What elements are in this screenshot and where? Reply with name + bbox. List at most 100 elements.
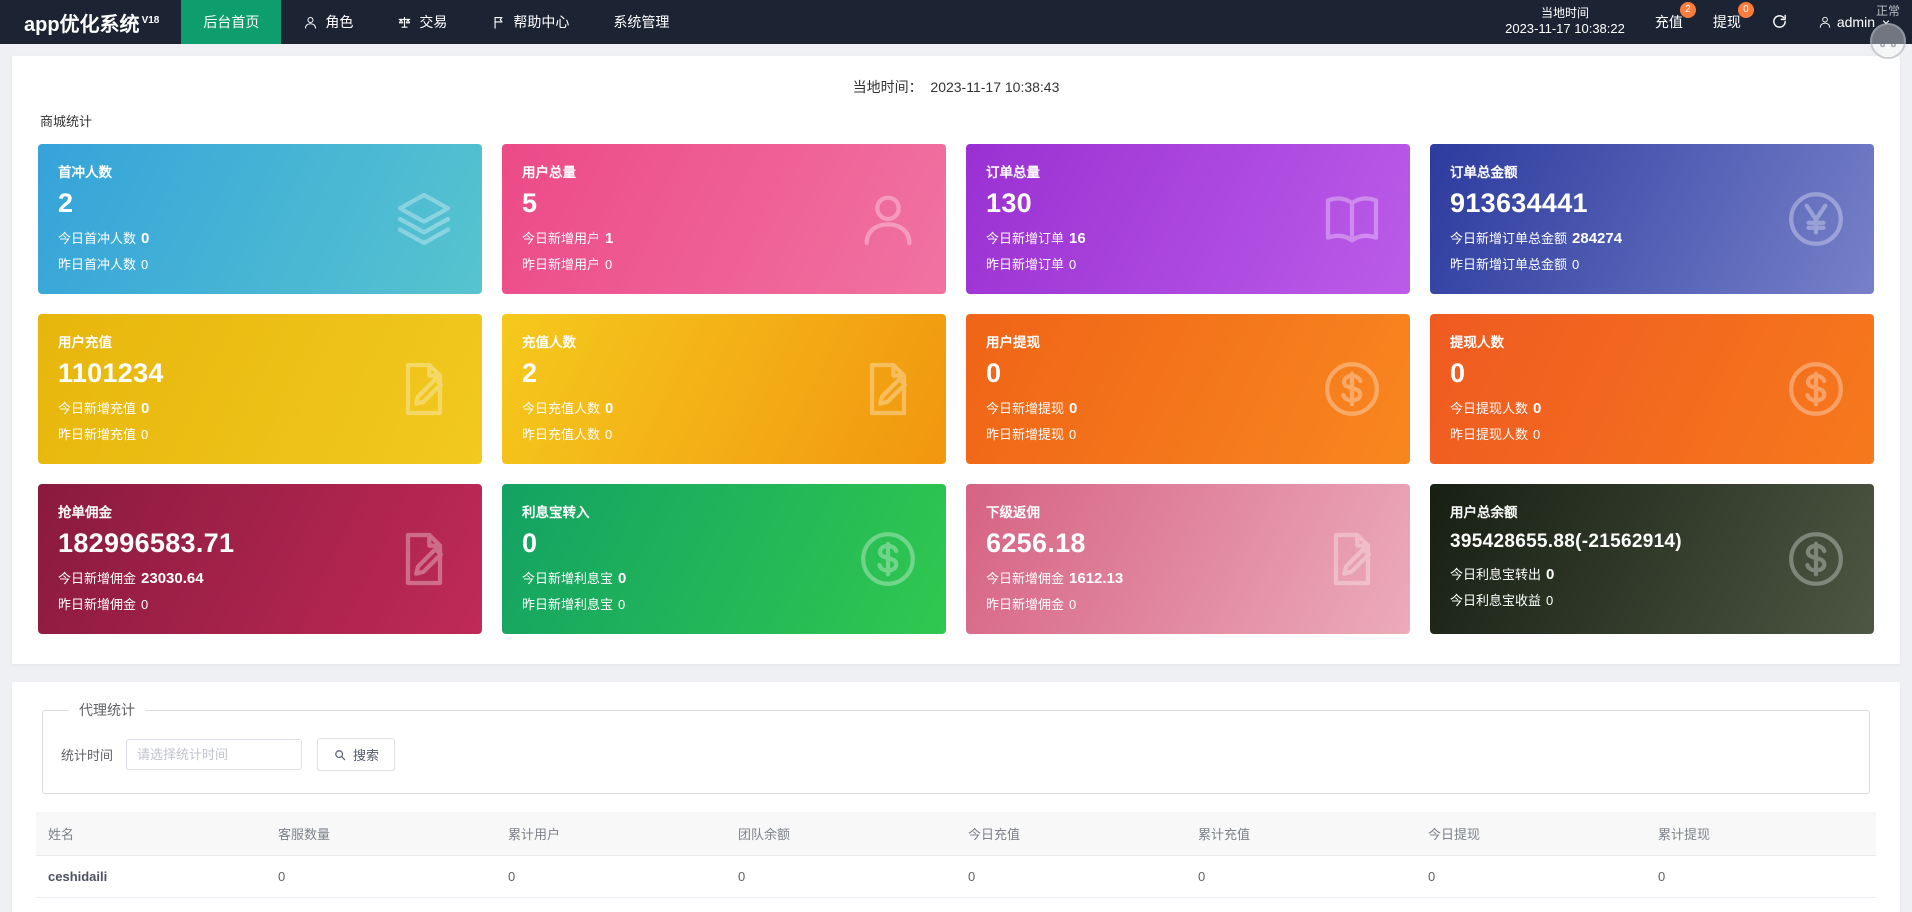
stat-card-sub-rebate: 下级返佣 6256.18 今日新增佣金 1612.13 昨日新增佣金 0 (966, 484, 1410, 634)
stat-line-label: 今日新增充值 (58, 401, 137, 416)
agent-filter-form: 统计时间 搜索 (61, 738, 1851, 771)
cell-value: 0 (1416, 897, 1646, 912)
menu-item-label: 交易 (419, 14, 448, 30)
yen-icon (1784, 187, 1848, 251)
cell-value: 0 (726, 897, 956, 912)
page-time-value: 2023-11-17 10:38:43 (930, 79, 1060, 95)
cell-value: 0 (956, 897, 1186, 912)
local-time-block: 当地时间 2023-11-17 10:38:22 (1505, 6, 1625, 38)
edit-doc-icon (392, 357, 456, 421)
overview-panel: 当地时间： 2023-11-17 10:38:43 商城统计 首冲人数 2 今日… (12, 56, 1900, 664)
stat-card-total-balance: 用户总余额 395428655.88(-21562914) 今日利息宝转出 0 今… (1430, 484, 1874, 634)
agent-stats-legend: 代理统计 (79, 702, 135, 718)
stat-card-recharge-users: 充值人数 2 今日充值人数 0 昨日充值人数 0 (502, 314, 946, 464)
cell-value: 0 (496, 855, 726, 898)
stat-cards-grid: 首冲人数 2 今日首冲人数 0 昨日首冲人数 0 用户总量 5 今日新增用户 1 昨日… (12, 144, 1900, 662)
stat-line-label: 今日利息宝收益 (1450, 593, 1542, 608)
stat-line-label: 昨日新增订单总金额 (1450, 257, 1568, 272)
stat-line-label: 昨日提现人数 (1450, 427, 1529, 442)
refresh-icon[interactable] (1771, 13, 1788, 30)
recharge-label: 充值 (1654, 13, 1683, 30)
recharge-button[interactable]: 充值 2 (1654, 1, 1696, 32)
stat-line-label: 今日新增提现 (986, 401, 1065, 416)
stat-line-value: 16 (1069, 230, 1086, 247)
menu-item-help[interactable]: 帮助中心 (469, 0, 591, 44)
stat-card-user-withdraw: 用户提现 0 今日新增提现 0 昨日新增提现 0 (966, 314, 1410, 464)
stat-line-label: 昨日首冲人数 (58, 257, 137, 272)
stat-time-label: 统计时间 (61, 748, 114, 763)
col-header-today-withdraw: 今日提现 (1416, 812, 1646, 856)
stat-card-withdraw-users: 提现人数 0 今日提现人数 0 昨日提现人数 0 (1430, 314, 1874, 464)
top-navbar: app优化系统 V18 后台首页 角色 交易 帮助中心 系统管理 当地时间 202… (0, 0, 1912, 44)
menu-item-system[interactable]: 系统管理 (591, 0, 691, 44)
user-icon (303, 15, 318, 30)
withdraw-label: 提现 (1712, 13, 1741, 30)
cell-value: 0 (1186, 855, 1416, 898)
search-button[interactable]: 搜索 (317, 738, 396, 771)
edit-doc-icon (392, 527, 456, 591)
stat-line-label: 今日提现人数 (1450, 401, 1529, 416)
cell-value: 0 (1416, 855, 1646, 898)
stat-line-label: 今日新增订单 (986, 231, 1065, 246)
menu-item-trade[interactable]: 交易 (375, 0, 469, 44)
book-icon (1320, 187, 1384, 251)
cell-name: qwe001 (36, 897, 266, 912)
withdraw-button[interactable]: 提现 0 (1712, 1, 1754, 32)
cell-value: 0 (266, 897, 496, 912)
stat-line-label: 今日新增订单总金额 (1450, 231, 1568, 246)
stat-card-total-users: 用户总量 5 今日新增用户 1 昨日新增用户 0 (502, 144, 946, 294)
cell-value: 0 (266, 855, 496, 898)
col-header-total-withdraw: 累计提现 (1646, 812, 1876, 856)
cell-value: 0 (1186, 897, 1416, 912)
table-row[interactable]: qwe001 0 0 0 0 0 0 0 (36, 897, 1876, 912)
stat-line-label: 昨日新增充值 (58, 427, 137, 442)
col-header-team-balance: 团队余额 (726, 812, 956, 856)
stat-line-value: 0 (141, 400, 150, 417)
local-time-value: 2023-11-17 10:38:22 (1505, 21, 1625, 37)
app-logo[interactable]: app优化系统 V18 (0, 8, 181, 37)
stat-time-input[interactable] (126, 739, 303, 770)
search-button-label: 搜索 (353, 748, 380, 763)
menu-item-roles[interactable]: 角色 (281, 0, 375, 44)
stat-line-label: 今日新增佣金 (58, 571, 137, 586)
stat-line-value: 0 (1069, 597, 1077, 612)
stat-line-value: 0 (1069, 427, 1077, 442)
stat-line-value: 0 (618, 597, 626, 612)
page-local-time: 当地时间： 2023-11-17 10:38:43 (12, 56, 1900, 105)
cell-value: 0 (1646, 897, 1876, 912)
stat-line-label: 今日新增佣金 (986, 571, 1065, 586)
menu-item-dashboard[interactable]: 后台首页 (181, 0, 282, 44)
navbar-right: 当地时间 2023-11-17 10:38:22 充值 2 提现 0 admin (1505, 1, 1912, 38)
stat-card-first-charge-users: 首冲人数 2 今日首冲人数 0 昨日首冲人数 0 (38, 144, 482, 294)
table-row[interactable]: ceshidaili 0 0 0 0 0 0 0 (36, 855, 1876, 898)
user-dropdown[interactable]: admin (1818, 14, 1892, 30)
stat-line-value: 0 (1069, 257, 1077, 272)
cell-name: ceshidaili (36, 855, 266, 898)
agent-stats-panel: 代理统计 统计时间 搜索 姓名 客服数量 累计用户 团队余额 今日充值 累计充值… (12, 682, 1900, 912)
stat-line-value: 0 (1546, 566, 1555, 583)
stat-title: 用户提现 (986, 335, 1040, 350)
flag-icon (491, 15, 506, 30)
stat-line-label: 昨日新增佣金 (58, 597, 137, 612)
user-icon (856, 187, 920, 251)
stat-line-value: 1612.13 (1069, 570, 1124, 587)
stat-line-value: 0 (618, 570, 627, 587)
stat-card-order-commission: 抢单佣金 182996583.71 今日新增佣金 23030.64 昨日新增佣金 0 (38, 484, 482, 634)
menu-item-label: 后台首页 (203, 14, 260, 30)
dollar-icon (856, 527, 920, 591)
person-icon (1818, 15, 1832, 29)
stat-line-value: 0 (1533, 427, 1541, 442)
stat-line-label: 今日新增用户 (522, 231, 601, 246)
stat-line-label: 昨日新增利息宝 (522, 597, 614, 612)
cell-value: 0 (956, 855, 1186, 898)
menu-item-label: 帮助中心 (513, 14, 570, 30)
stat-line-value: 0 (605, 400, 614, 417)
stat-line-value: 1 (605, 230, 614, 247)
stat-card-user-recharge: 用户充值 1101234 今日新增充值 0 昨日新增充值 0 (38, 314, 482, 464)
stat-line-label: 今日利息宝转出 (1450, 567, 1542, 582)
stat-card-order-amount: 订单总金额 913634441 今日新增订单总金额 284274 昨日新增订单总金… (1430, 144, 1874, 294)
chevron-down-icon (1880, 16, 1892, 28)
cell-value: 0 (1646, 855, 1876, 898)
col-header-total-recharge: 累计充值 (1186, 812, 1416, 856)
stat-title: 订单总量 (986, 165, 1040, 180)
